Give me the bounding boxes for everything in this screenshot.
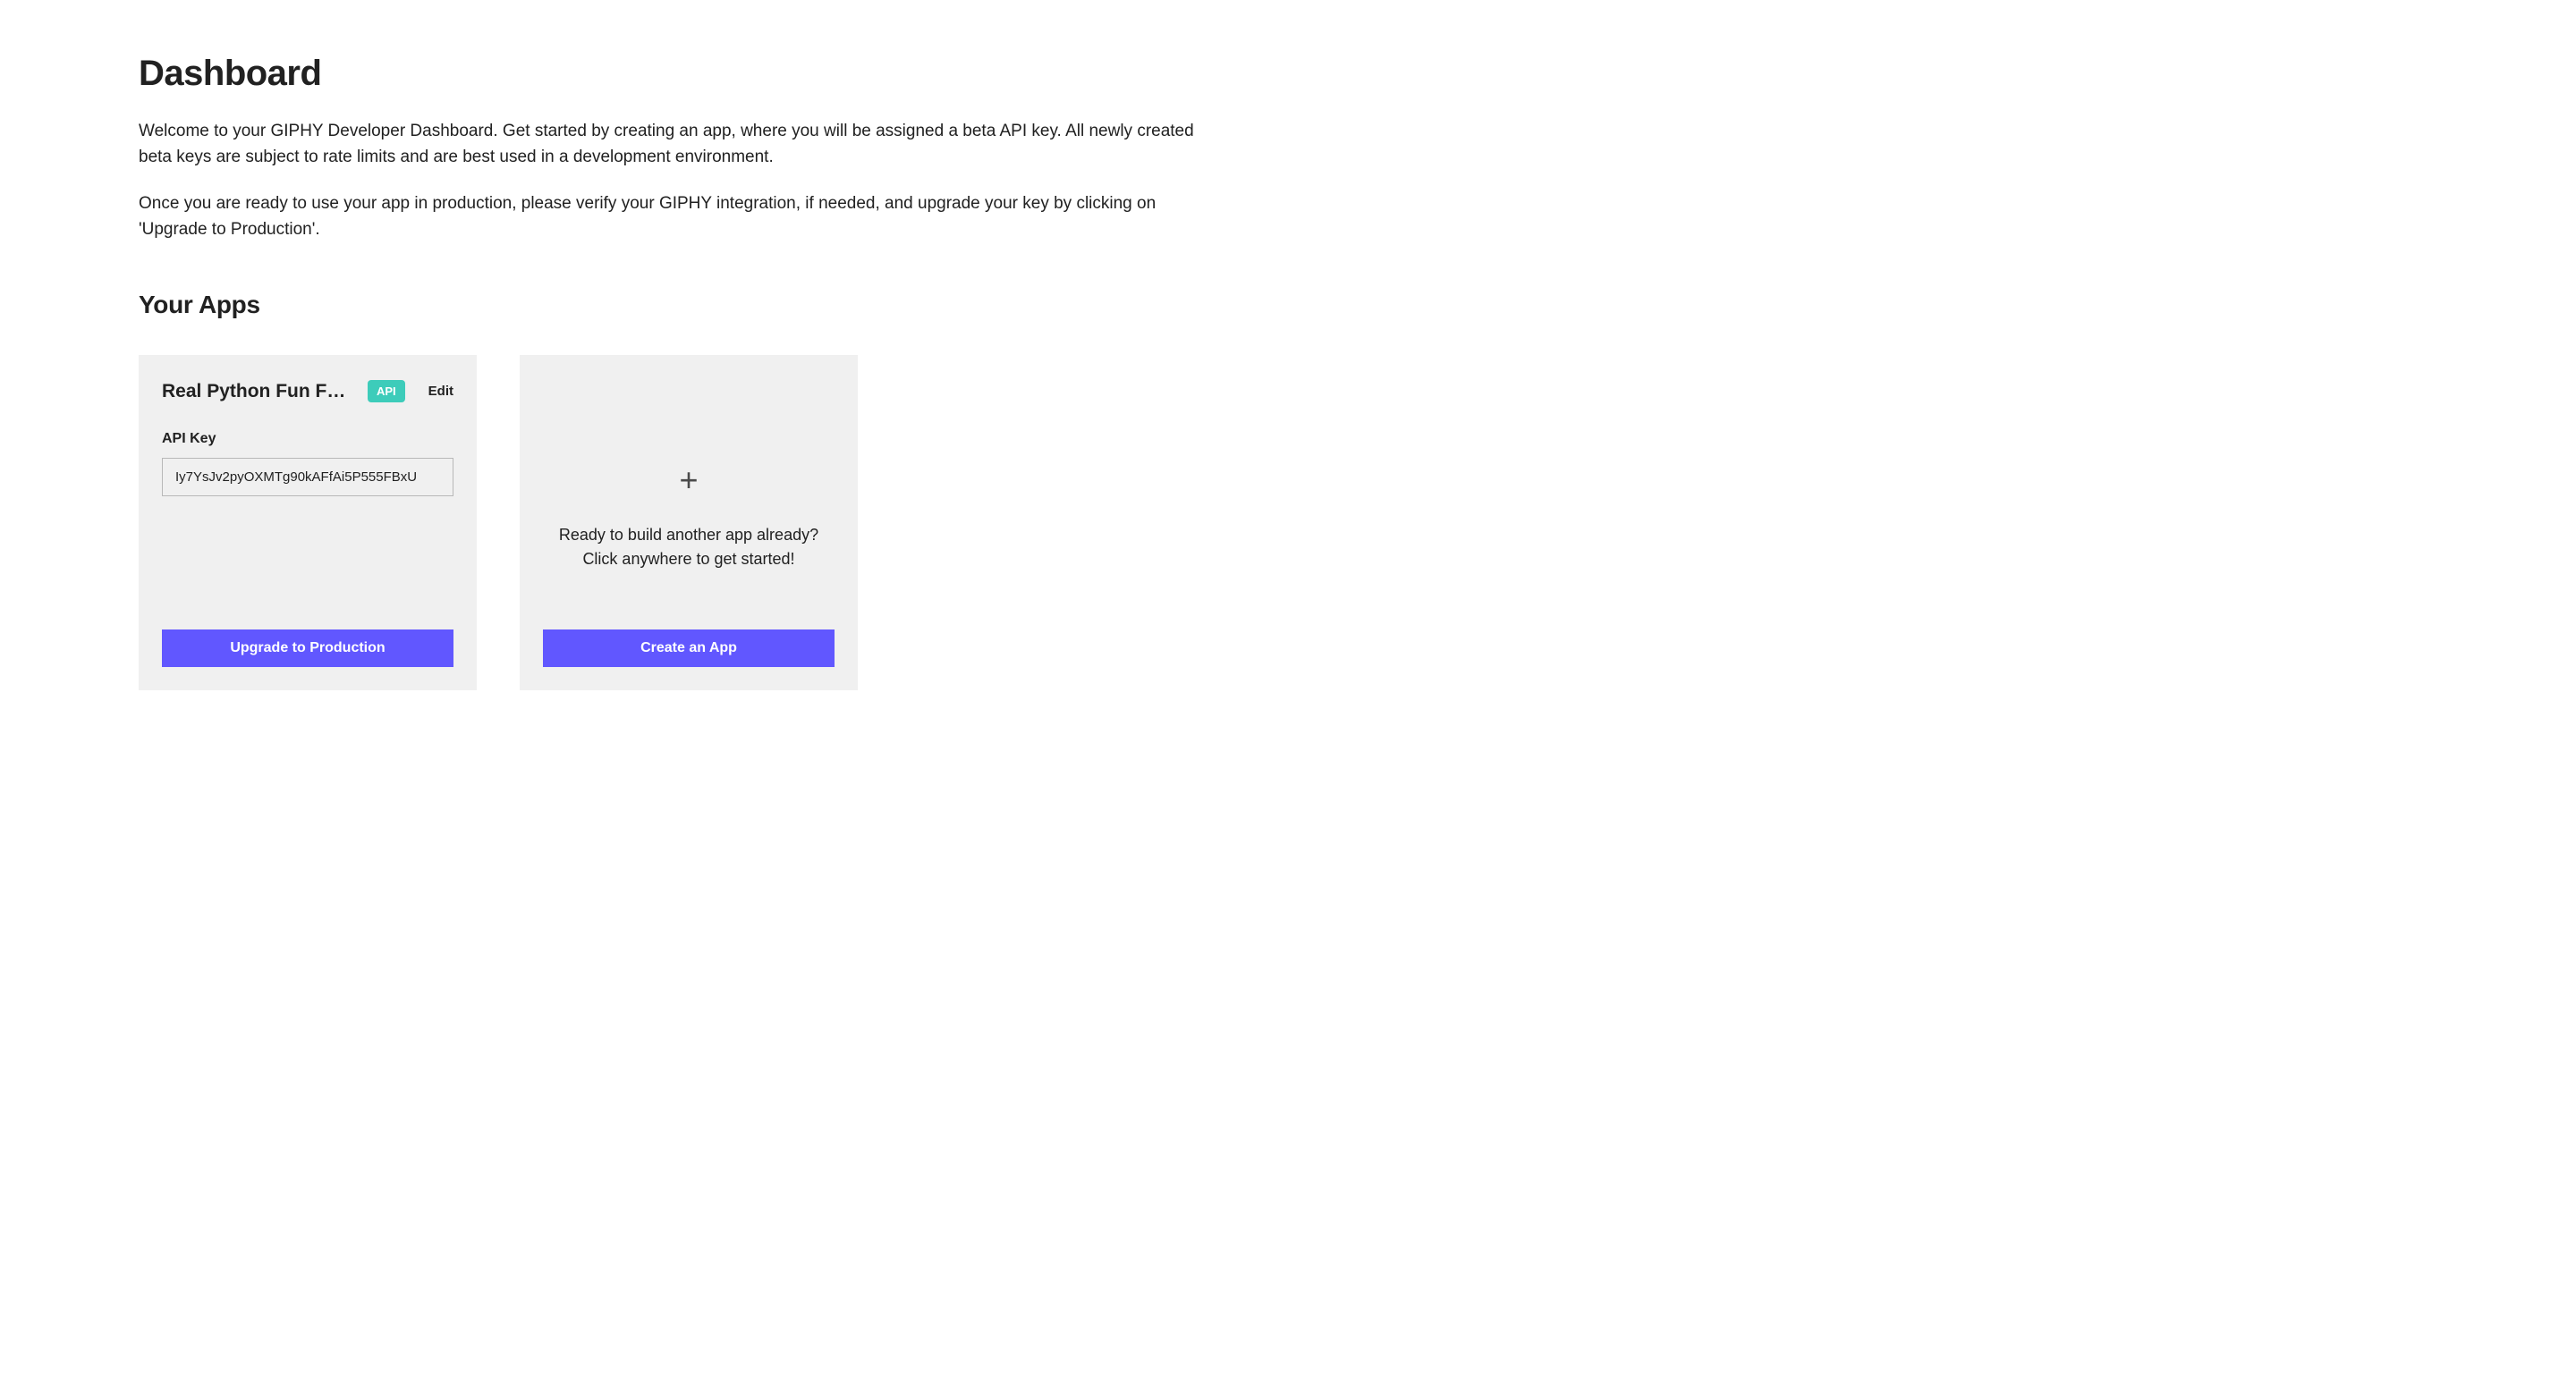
apps-grid: Real Python Fun Fun F… API Edit API Key …: [139, 355, 2437, 690]
create-text-line2: Click anywhere to get started!: [582, 550, 794, 568]
upgrade-to-production-button[interactable]: Upgrade to Production: [162, 629, 453, 667]
your-apps-heading: Your Apps: [139, 291, 2437, 319]
edit-link[interactable]: Edit: [428, 384, 453, 399]
app-card: Real Python Fun Fun F… API Edit API Key …: [139, 355, 477, 690]
api-badge: API: [368, 380, 405, 402]
create-app-card[interactable]: + Ready to build another app already? Cl…: [520, 355, 858, 690]
page-title: Dashboard: [139, 54, 2437, 94]
api-key-label: API Key: [162, 431, 453, 447]
plus-icon: +: [679, 464, 698, 496]
intro-paragraph-2: Once you are ready to use your app in pr…: [139, 191, 1194, 242]
app-name: Real Python Fun Fun F…: [162, 381, 357, 402]
create-an-app-button[interactable]: Create an App: [543, 629, 835, 667]
app-card-header: Real Python Fun Fun F… API Edit: [162, 380, 453, 402]
create-text-line1: Ready to build another app already?: [559, 526, 818, 544]
api-key-field[interactable]: [162, 458, 453, 496]
intro-paragraph-1: Welcome to your GIPHY Developer Dashboar…: [139, 119, 1194, 170]
create-card-content: + Ready to build another app already? Cl…: [543, 378, 835, 629]
create-card-text: Ready to build another app already? Clic…: [559, 523, 818, 571]
